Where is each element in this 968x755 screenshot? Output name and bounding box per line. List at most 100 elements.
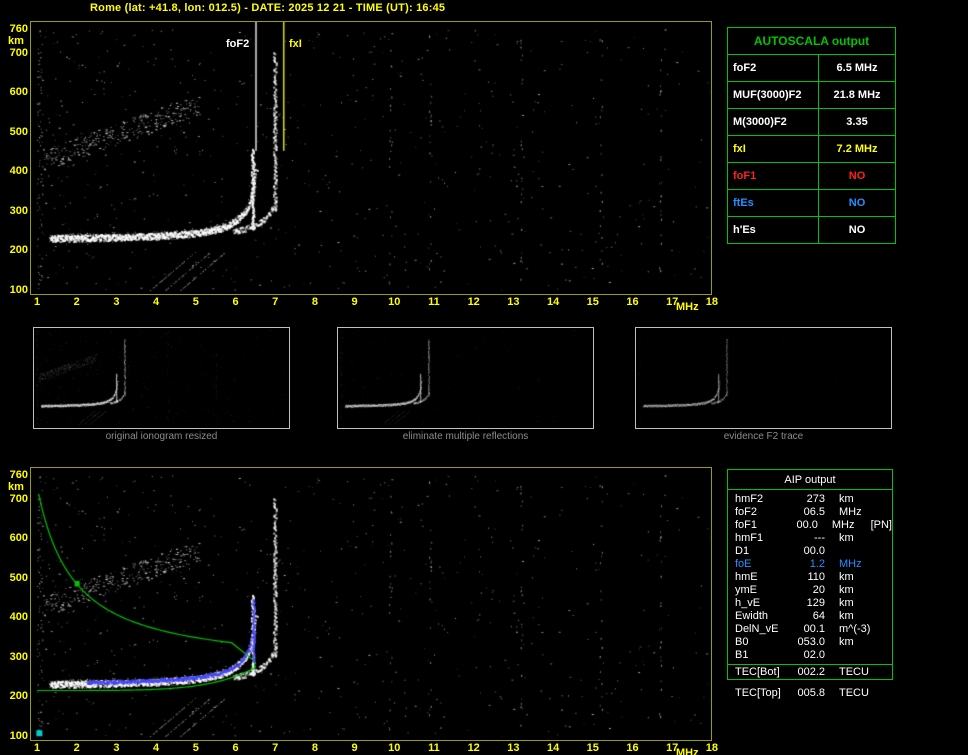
thumbnail-no-multiples-canvas xyxy=(338,328,591,426)
aip-unit: km xyxy=(839,493,854,505)
y-tick-label: 500 xyxy=(9,125,28,138)
autoscala-row-label: MUF(3000)F2 xyxy=(727,81,819,109)
x-tick-label: 18 xyxy=(705,296,719,308)
aip-output-table: AIP output hmF2 273 km foF2 06.5 MHz foF1 00.0 M… xyxy=(727,469,893,680)
x-tick-label: 2 xyxy=(73,296,80,308)
thumbnail-f2-evidence xyxy=(635,327,892,429)
aip-row: hmF1 --- km xyxy=(728,532,892,545)
aip-name: TEC[Bot] xyxy=(735,666,780,678)
aip-name: hmF2 xyxy=(735,493,764,505)
x-tick-label: 6 xyxy=(232,742,239,754)
y-tick-label: 300 xyxy=(9,204,28,217)
bottom-ionogram-panel xyxy=(30,467,712,741)
x-tick-label: 15 xyxy=(586,296,599,308)
aip-unit: MHz xyxy=(839,506,862,518)
aip-table-title: AIP output xyxy=(728,470,892,490)
y-tick-label: 400 xyxy=(9,165,28,178)
aip-unit: km xyxy=(839,610,854,622)
thumbnail-f2-evidence-canvas xyxy=(636,328,889,426)
page-title: Rome (lat: +41.8, lon: 012.5) - DATE: 20… xyxy=(90,2,446,14)
y-axis-unit-label: km xyxy=(8,35,24,47)
aip-name: TEC[Top] xyxy=(735,687,781,699)
aip-value: 06.5 xyxy=(803,506,825,518)
aip-unit: MHz xyxy=(831,519,855,531)
y-tick-label: 760 xyxy=(9,469,28,481)
x-tick-label: 8 xyxy=(311,296,318,308)
y-tick-label: 500 xyxy=(9,571,28,584)
y-tick-label: 760 xyxy=(9,23,28,35)
aip-unit: km xyxy=(839,636,854,648)
aip-unit: MHz xyxy=(839,558,862,570)
x-tick-label: 13 xyxy=(507,742,520,754)
autoscala-row-label: M(3000)F2 xyxy=(727,108,819,136)
aip-name: foF1 xyxy=(735,519,758,531)
x-tick-label: 12 xyxy=(467,296,480,308)
x-tick-label: 11 xyxy=(428,742,440,754)
thumbnail-original xyxy=(33,327,290,429)
aip-unit xyxy=(839,649,881,662)
x-tick-label: 11 xyxy=(428,296,440,308)
autoscala-row-value: 6.5 MHz xyxy=(818,54,896,82)
aip-row: ymE 20 km xyxy=(728,584,892,597)
x-tick-label: 4 xyxy=(153,742,160,754)
x-tick-label: 5 xyxy=(192,296,199,308)
thumbnail-caption: eliminate multiple reflections xyxy=(402,431,529,442)
aip-name: hmE xyxy=(735,571,758,583)
x-tick-label: 4 xyxy=(153,296,160,308)
x-tick-label: 9 xyxy=(351,296,358,308)
y-tick-label: 700 xyxy=(9,492,28,505)
aip-unit: m^(-3) xyxy=(839,623,871,635)
x-tick-label: 18 xyxy=(705,742,719,754)
aip-unit xyxy=(839,545,881,558)
y-tick-label: 700 xyxy=(9,46,28,59)
aip-unit: km xyxy=(839,597,854,609)
aip-unit: TECU xyxy=(839,666,869,678)
x-tick-label: 2 xyxy=(73,742,80,754)
x-tick-label: 1 xyxy=(33,296,41,308)
x-tick-label: 3 xyxy=(113,742,120,754)
x-tick-label: 13 xyxy=(507,296,520,308)
x-tick-label: 7 xyxy=(272,296,279,308)
autoscala-table-title: AUTOSCALA output xyxy=(727,27,896,55)
thumbnail-original-canvas xyxy=(34,328,287,426)
x-tick-label: 10 xyxy=(388,742,401,754)
x-tick-label: 9 xyxy=(351,742,358,754)
thumbnail-no-multiples xyxy=(337,327,594,429)
aip-name: foF2 xyxy=(735,506,758,518)
y-tick-label: 300 xyxy=(9,650,28,663)
aip-value: 1.2 xyxy=(809,558,825,570)
x-tick-label: 3 xyxy=(113,296,120,308)
x-axis-unit-label: MHz xyxy=(676,301,699,313)
aip-row: hmF2 273 km xyxy=(728,493,892,506)
aip-name: hmF1 xyxy=(735,532,764,544)
x-tick-label: 10 xyxy=(388,296,401,308)
aip-value: 20 xyxy=(812,584,825,596)
aip-unit: km xyxy=(839,532,854,544)
thumbnail-caption: evidence F2 trace xyxy=(723,431,804,442)
y-tick-label: 600 xyxy=(9,86,28,99)
aip-value: 129 xyxy=(806,597,825,609)
aip-name: Ewidth xyxy=(735,610,769,622)
autoscala-row-label: foF2 xyxy=(727,54,819,82)
raw-ionogram-canvas xyxy=(31,22,711,294)
aip-name: B0 xyxy=(735,636,749,648)
x-tick-label: 12 xyxy=(467,742,480,754)
aip-rows: hmF2 273 km foF2 06.5 MHz foF1 00.0 MHz [PN] hmF1 -… xyxy=(728,490,892,679)
aip-value: 02.0 xyxy=(803,649,825,661)
y-tick-label: 200 xyxy=(9,244,28,257)
y-tick-label: 400 xyxy=(9,611,28,624)
autoscala-row-label: h'Es xyxy=(727,216,819,244)
y-axis-unit-label: km xyxy=(8,481,24,493)
x-tick-label: 14 xyxy=(546,296,560,308)
aip-value: 64 xyxy=(812,610,825,622)
x-tick-label: 6 xyxy=(232,296,239,308)
aip-name: h_vE xyxy=(735,597,761,609)
autoscala-output-screen: Rome (lat: +41.8, lon: 012.5) - DATE: 20… xyxy=(0,0,968,755)
aip-value: --- xyxy=(814,532,825,544)
aip-value: 00.1 xyxy=(803,623,825,635)
aip-name: DelN_vE xyxy=(735,623,779,635)
y-tick-label: 200 xyxy=(9,690,28,703)
x-axis-unit-label: MHz xyxy=(676,747,699,755)
aip-value: 273 xyxy=(806,493,825,505)
autoscala-row-value: 3.35 xyxy=(818,108,896,136)
